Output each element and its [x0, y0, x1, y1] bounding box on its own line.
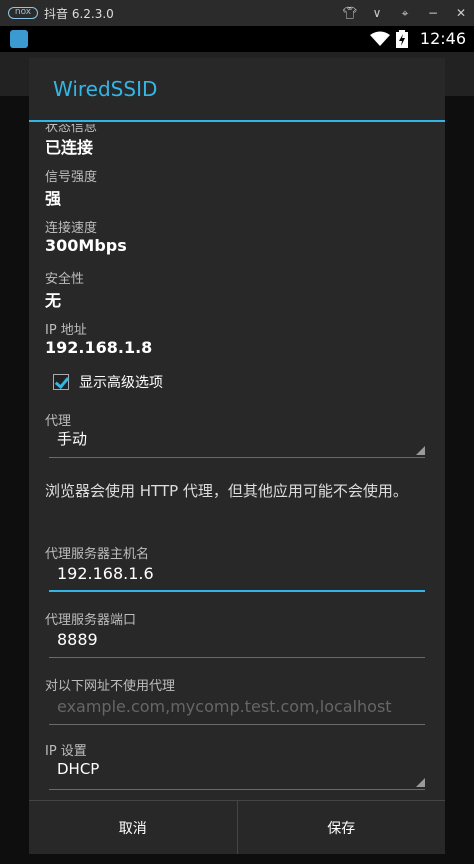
- bypass-proxy-label: 对以下网址不使用代理: [45, 679, 176, 694]
- proxy-port-label: 代理服务器端口: [45, 613, 137, 628]
- advanced-options-row[interactable]: 显示高级选项: [53, 372, 163, 392]
- pin-icon[interactable]: ⌖: [398, 6, 412, 21]
- signal-label: 信号强度: [45, 170, 98, 185]
- speed-label: 连接速度: [45, 221, 98, 236]
- ip-settings-label: IP 设置: [45, 744, 87, 759]
- status-value: 已连接: [45, 138, 94, 157]
- proxy-spinner-value: 手动: [57, 430, 88, 448]
- bypass-proxy-placeholder: example.com,mycomp.test.com,localhost: [57, 697, 392, 716]
- nox-logo: nox: [8, 7, 38, 19]
- chevron-down-icon[interactable]: ∨: [370, 6, 384, 20]
- proxy-hostname-input[interactable]: 192.168.1.6: [49, 562, 425, 592]
- dialog-title: WiredSSID: [29, 58, 445, 122]
- save-button[interactable]: 保存: [236, 801, 446, 854]
- battery-charging-icon: [395, 29, 408, 48]
- minimize-icon[interactable]: −: [426, 6, 440, 20]
- status-bar: 12:46: [0, 26, 474, 52]
- advanced-options-checkbox[interactable]: [53, 374, 69, 390]
- proxy-note: 浏览器会使用 HTTP 代理，但其他应用可能不会使用。: [45, 482, 408, 500]
- shirt-icon[interactable]: 👕︎: [342, 6, 357, 20]
- security-label: 安全性: [45, 272, 85, 287]
- status-time: 12:46: [419, 29, 466, 48]
- spinner-arrow-icon: [416, 778, 425, 787]
- proxy-hostname-value: 192.168.1.6: [57, 564, 154, 583]
- signal-value: 强: [45, 189, 62, 208]
- proxy-port-value: 8889: [57, 630, 98, 649]
- dialog-content[interactable]: 状态信息 已连接 信号强度 强 连接速度 300Mbps 安全性 无 IP 地址…: [29, 124, 445, 800]
- cancel-button[interactable]: 取消: [29, 801, 237, 854]
- dialog-button-bar: 取消 保存: [29, 800, 445, 854]
- spinner-arrow-icon: [416, 446, 425, 455]
- ip-address-value: 192.168.1.8: [45, 338, 153, 357]
- advanced-options-label: 显示高级选项: [79, 375, 163, 391]
- ip-settings-spinner-value: DHCP: [57, 760, 100, 778]
- bypass-proxy-input[interactable]: example.com,mycomp.test.com,localhost: [49, 695, 425, 725]
- security-value: 无: [45, 291, 62, 310]
- speed-value: 300Mbps: [45, 236, 127, 255]
- ip-settings-spinner[interactable]: DHCP: [49, 758, 425, 790]
- emulator-title: 抖音 6.2.3.0: [44, 6, 114, 21]
- proxy-port-input[interactable]: 8889: [49, 628, 425, 658]
- proxy-spinner[interactable]: 手动: [49, 426, 425, 458]
- wifi-icon: [369, 31, 390, 46]
- ip-address-label: IP 地址: [45, 323, 87, 338]
- emulator-title-bar: nox 抖音 6.2.3.0 👕︎ ∨ ⌖ − ✕: [0, 0, 474, 26]
- close-icon[interactable]: ✕: [454, 6, 468, 20]
- app-notification-icon: [10, 30, 28, 48]
- wifi-dialog: WiredSSID 状态信息 已连接 信号强度 强 连接速度 300Mbps 安…: [29, 58, 445, 854]
- proxy-hostname-label: 代理服务器主机名: [45, 547, 150, 562]
